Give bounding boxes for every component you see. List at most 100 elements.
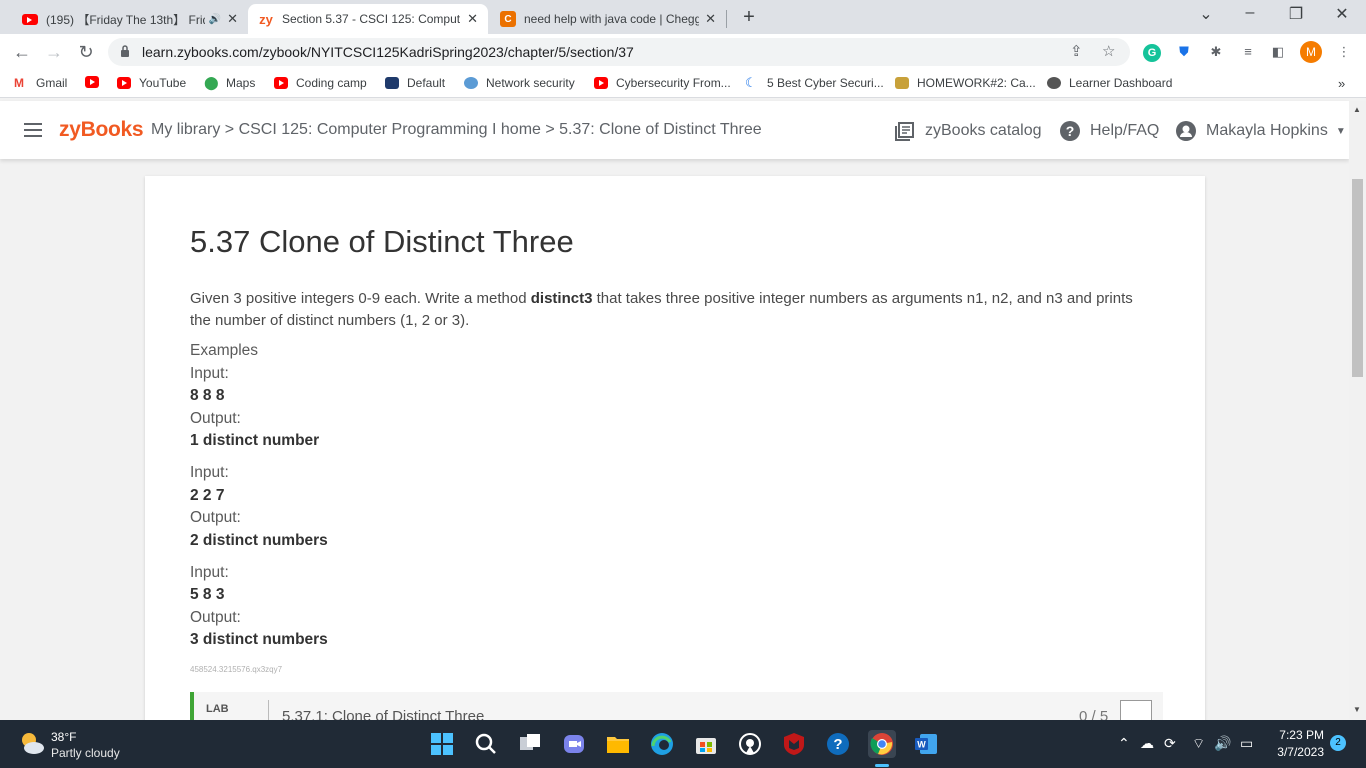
bookmark-learner-dashboard[interactable]: Learner Dashboard bbox=[1047, 76, 1172, 90]
bookmark-youtube-blank[interactable] bbox=[85, 76, 107, 88]
example-3-output: 3 distinct numbers bbox=[190, 631, 328, 648]
scroll-thumb[interactable] bbox=[1352, 179, 1363, 377]
zybooks-header: zyBooks My library > CSCI 125: Computer … bbox=[0, 101, 1349, 159]
menu-hamburger-icon[interactable] bbox=[24, 123, 42, 137]
tab-title: (195) 【Friday The 13th】 Frida bbox=[46, 12, 205, 27]
minimize-button[interactable]: – bbox=[1238, 4, 1262, 22]
new-tab-button[interactable]: + bbox=[738, 6, 760, 29]
restore-button[interactable]: ❐ bbox=[1284, 4, 1308, 24]
extensions-puzzle-icon[interactable]: ✱ bbox=[1206, 42, 1226, 62]
bookmark-cyber-securi[interactable]: ☾ 5 Best Cyber Securi... bbox=[745, 76, 884, 90]
bookmark-coding-camp[interactable]: Coding camp bbox=[274, 76, 367, 90]
onedrive-cloud-icon[interactable]: ☁ bbox=[1140, 735, 1154, 752]
profile-avatar[interactable]: M bbox=[1300, 41, 1322, 63]
clock-date[interactable]: 3/7/2023 bbox=[1266, 745, 1324, 759]
scroll-up-arrow-icon[interactable]: ▲ bbox=[1353, 105, 1361, 114]
tab-chegg[interactable]: C need help with java code | Chegg ✕ bbox=[490, 4, 726, 34]
speaker-icon[interactable]: 🔊 bbox=[209, 14, 221, 25]
user-menu[interactable]: Makayla Hopkins ▼ bbox=[1176, 121, 1346, 141]
zybooks-logo[interactable]: zyBooks bbox=[59, 118, 144, 142]
globe-icon bbox=[1047, 77, 1061, 89]
media-controls-icon[interactable]: ≡ bbox=[1238, 42, 1258, 62]
gmail-icon: M bbox=[14, 76, 24, 90]
side-panel-icon[interactable]: ◧ bbox=[1268, 42, 1288, 62]
help-icon: ? bbox=[1060, 121, 1080, 141]
grammarly-icon[interactable]: G bbox=[1142, 42, 1162, 62]
content-card: 5.37 Clone of Distinct Three Given 3 pos… bbox=[145, 176, 1205, 736]
partly-cloudy-icon[interactable] bbox=[18, 730, 46, 756]
help-app-icon[interactable]: ? bbox=[824, 730, 852, 758]
nyit-icon bbox=[385, 77, 399, 89]
wifi-icon[interactable]: ⌔ bbox=[1192, 735, 1205, 753]
show-hidden-icons-icon[interactable]: ⌃ bbox=[1118, 735, 1130, 752]
help-link[interactable]: ? Help/FAQ bbox=[1060, 121, 1159, 141]
youtube-icon bbox=[22, 13, 38, 25]
tab-search-icon[interactable]: ⌄ bbox=[1194, 4, 1218, 24]
steam-app-icon[interactable] bbox=[736, 730, 764, 758]
tab-youtube[interactable]: (195) 【Friday The 13th】 Frida 🔊 ✕ bbox=[12, 4, 248, 34]
more-bookmarks-icon[interactable]: » bbox=[1338, 76, 1345, 91]
tab-title: need help with java code | Chegg bbox=[524, 12, 700, 26]
close-tab-icon[interactable]: ✕ bbox=[705, 11, 716, 27]
example-2-input-label: Input: bbox=[190, 464, 229, 481]
page-scrollbar[interactable]: ▲ ▼ bbox=[1349, 101, 1366, 719]
file-explorer-icon[interactable] bbox=[604, 730, 632, 758]
examples-label: Examples bbox=[190, 342, 259, 359]
lock-icon bbox=[121, 45, 129, 57]
example-1-output-label: Output: bbox=[190, 410, 241, 427]
svg-text:?: ? bbox=[1066, 123, 1075, 139]
battery-icon[interactable]: ▭ bbox=[1240, 735, 1253, 752]
example-1-input: 8 8 8 bbox=[190, 387, 225, 404]
task-view-icon[interactable] bbox=[516, 730, 544, 758]
example-3-input-label: Input: bbox=[190, 564, 229, 581]
bookmark-network-security[interactable]: Network security bbox=[464, 76, 575, 90]
youtube-icon bbox=[594, 77, 608, 89]
section-title: 5.37 Clone of Distinct Three bbox=[190, 224, 574, 259]
word-icon[interactable]: W bbox=[912, 730, 940, 758]
clock-time[interactable]: 7:23 PM bbox=[1274, 728, 1324, 742]
address-bar[interactable]: learn.zybooks.com/zybook/NYITCSCI125Kadr… bbox=[108, 38, 1130, 66]
notification-badge[interactable]: 2 bbox=[1330, 735, 1346, 751]
example-2-output: 2 distinct numbers bbox=[190, 532, 328, 549]
weather-temperature[interactable]: 38°F bbox=[51, 730, 76, 744]
back-icon[interactable]: ← bbox=[10, 40, 34, 64]
mcafee-icon[interactable] bbox=[780, 730, 808, 758]
network-icon[interactable]: ⟳ bbox=[1164, 735, 1176, 752]
bookmark-gmail[interactable]: M Gmail bbox=[14, 76, 67, 90]
breadcrumb[interactable]: My library > CSCI 125: Computer Programm… bbox=[151, 121, 762, 139]
problem-description: Given 3 positive integers 0-9 each. Writ… bbox=[190, 290, 1133, 329]
windows-start-icon[interactable] bbox=[428, 730, 456, 758]
method-name: distinct3 bbox=[530, 290, 593, 307]
scroll-down-arrow-icon[interactable]: ▼ bbox=[1353, 705, 1361, 714]
teams-chat-icon[interactable] bbox=[560, 730, 588, 758]
chrome-icon[interactable] bbox=[868, 730, 896, 758]
bookmark-youtube[interactable]: YouTube bbox=[117, 76, 186, 90]
store-icon[interactable] bbox=[692, 730, 720, 758]
bookmark-default[interactable]: Default bbox=[385, 76, 445, 90]
forward-icon[interactable]: → bbox=[42, 40, 66, 64]
shield-icon[interactable]: ⛊ bbox=[1174, 42, 1194, 62]
doc-icon bbox=[895, 77, 909, 89]
bookmark-homework[interactable]: HOMEWORK#2: Ca... bbox=[895, 76, 1036, 90]
bookmark-star-icon[interactable]: ☆ bbox=[1102, 42, 1115, 60]
weather-description[interactable]: Partly cloudy bbox=[51, 746, 120, 760]
tab-title: Section 5.37 - CSCI 125: Comput bbox=[282, 12, 461, 26]
menu-kebab-icon[interactable]: ⋮ bbox=[1334, 42, 1354, 62]
volume-icon[interactable]: 🔊 bbox=[1214, 735, 1231, 752]
close-tab-icon[interactable]: ✕ bbox=[227, 11, 238, 27]
close-window-button[interactable]: ✕ bbox=[1330, 4, 1354, 24]
share-icon[interactable]: ⇪ bbox=[1070, 42, 1083, 60]
tab-zybooks[interactable]: zy Section 5.37 - CSCI 125: Comput ✕ bbox=[248, 4, 488, 34]
moon-icon: ☾ bbox=[745, 75, 757, 90]
user-avatar-icon bbox=[1176, 121, 1196, 141]
search-icon[interactable] bbox=[472, 730, 500, 758]
reload-icon[interactable]: ↻ bbox=[74, 40, 98, 64]
example-2-input: 2 2 7 bbox=[190, 487, 225, 504]
bookmark-maps[interactable]: ⬤ Maps bbox=[204, 76, 255, 90]
close-tab-icon[interactable]: ✕ bbox=[467, 11, 478, 27]
edge-browser-icon[interactable] bbox=[648, 730, 676, 758]
bookmark-cybersecurity[interactable]: Cybersecurity From... bbox=[594, 76, 731, 90]
catalog-link[interactable]: zyBooks catalog bbox=[895, 121, 1042, 141]
network-icon bbox=[464, 77, 478, 89]
youtube-icon bbox=[274, 77, 288, 89]
